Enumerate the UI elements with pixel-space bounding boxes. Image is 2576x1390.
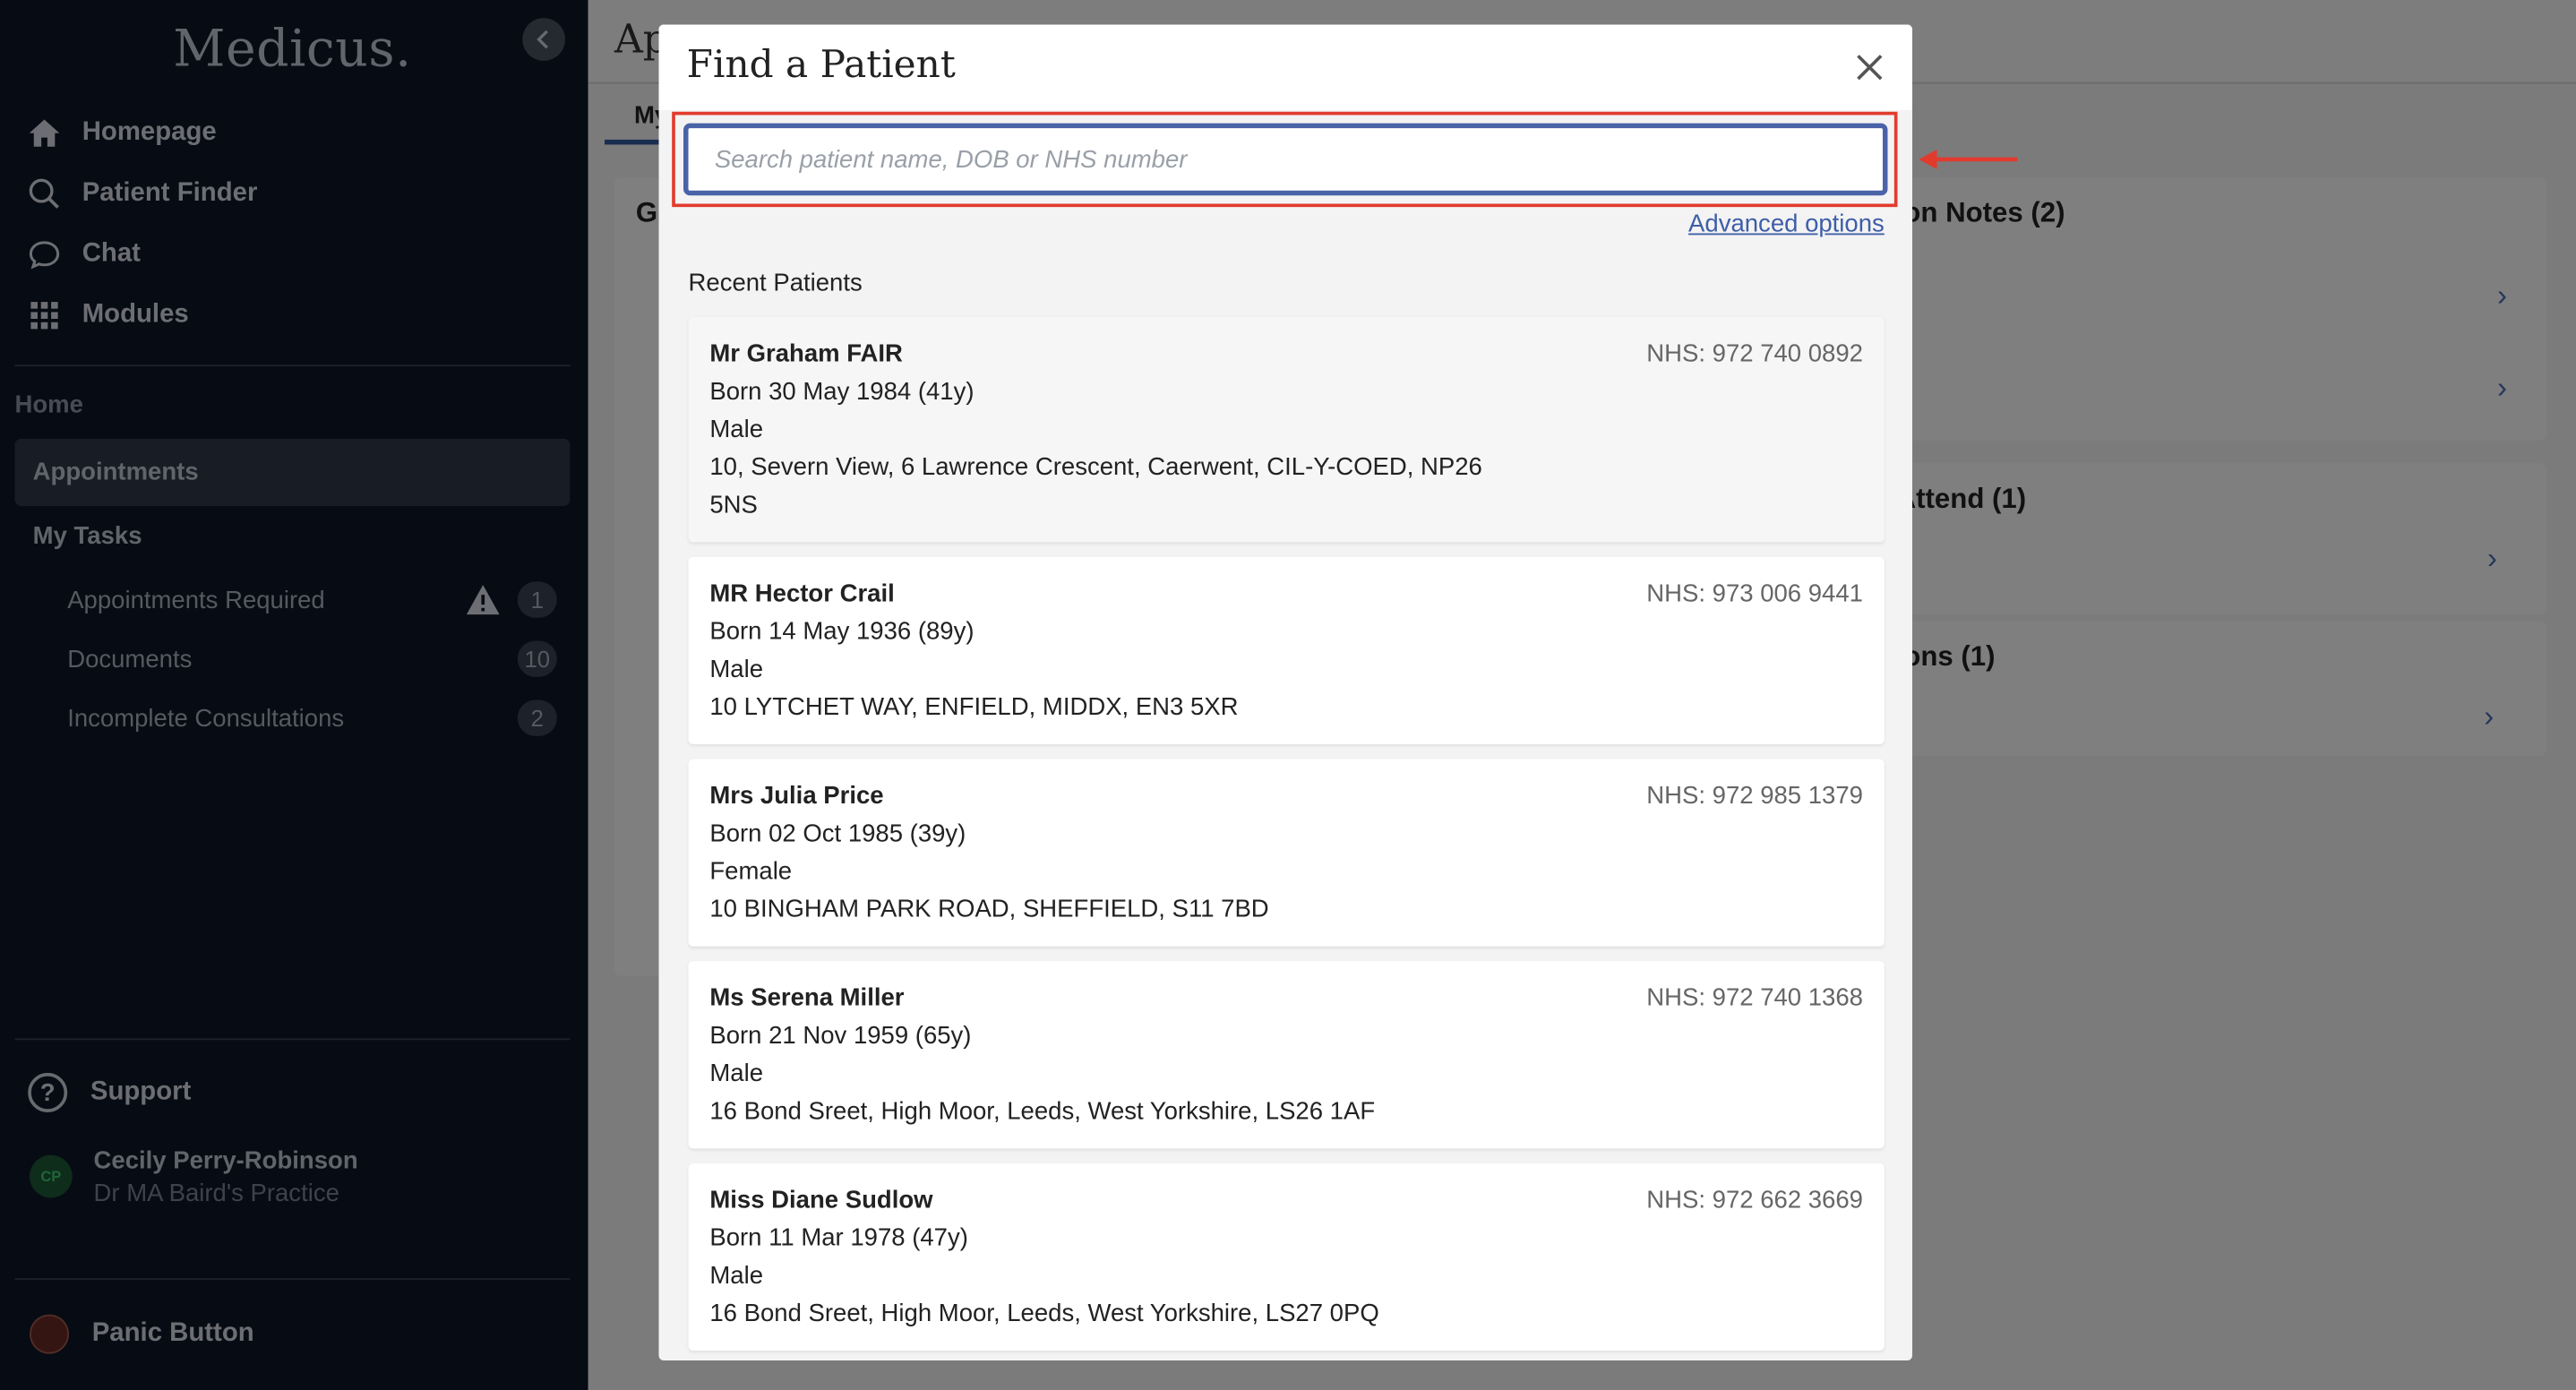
dialog-title: Find a Patient [686,44,956,88]
recent-patients-list: Mr Graham FAIR NHS: 972 740 0892 Born 30… [688,317,1885,1360]
patient-dob: Born 11 Mar 1978 (47y) [709,1223,968,1252]
patient-card[interactable]: Ms Serena Miller NHS: 972 740 1368 Born … [688,961,1885,1149]
patient-search-input[interactable] [683,123,1888,196]
close-button[interactable] [1850,47,1889,87]
patient-address: 10 BINGHAM PARK ROAD, SHEFFIELD, S11 7BD [709,895,1269,923]
patient-dob: Born 14 May 1936 (89y) [709,617,975,646]
patient-sex: Male [709,655,764,684]
patient-card[interactable]: Mr Graham FAIR NHS: 972 740 0892 Born 30… [688,317,1885,543]
patient-sex: Male [709,1060,764,1088]
recent-patients-heading: Recent Patients [688,269,863,298]
patient-sex: Female [709,857,793,886]
find-patient-dialog: Find a Patient Advanced options Recent P… [658,24,1912,1360]
patient-nhs: NHS: 972 985 1379 [1646,782,1863,811]
annotation-arrow-icon [1919,149,2018,169]
patient-card[interactable]: Mrs Julia Price NHS: 972 985 1379 Born 0… [688,759,1885,947]
patient-address: 16 Bond Sreet, High Moor, Leeds, West Yo… [709,1097,1376,1126]
close-icon [1857,55,1883,81]
patient-nhs: NHS: 973 006 9441 [1646,579,1863,608]
patient-dob: Born 02 Oct 1985 (39y) [709,819,966,848]
patient-nhs: NHS: 972 740 0892 [1646,339,1863,368]
patient-nhs: NHS: 972 662 3669 [1646,1186,1863,1214]
advanced-options-link[interactable]: Advanced options [1688,210,1885,238]
patient-card[interactable]: Miss Diane Sudlow NHS: 972 662 3669 Born… [688,1163,1885,1351]
patient-address: 16 Bond Sreet, High Moor, Leeds, West Yo… [709,1300,1379,1328]
patient-address: 10 LYTCHET WAY, ENFIELD, MIDDX, EN3 5XR [709,693,1239,722]
patient-nhs: NHS: 972 740 1368 [1646,983,1863,1013]
patient-sex: Male [709,416,764,444]
dialog-header: Find a Patient [658,24,1912,110]
patient-dob: Born 30 May 1984 (41y) [709,377,975,407]
patient-sex: Male [709,1261,764,1291]
patient-dob: Born 21 Nov 1959 (65y) [709,1022,972,1051]
patient-address: 10, Severn View, 6 Lawrence Crescent, Ca… [709,453,1482,519]
patient-card[interactable]: MR Hector Crail NHS: 973 006 9441 Born 1… [688,556,1885,745]
